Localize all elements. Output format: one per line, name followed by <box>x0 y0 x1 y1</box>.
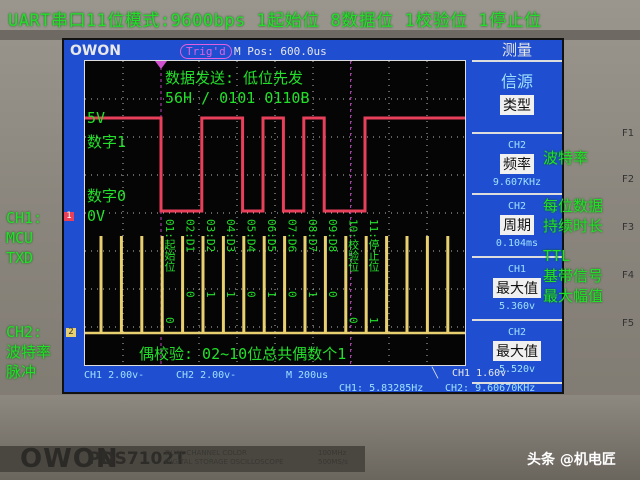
period-button[interactable]: 周期 <box>500 215 534 235</box>
data-value-annotation: 56H / 0101 0110B <box>165 89 310 107</box>
uart-title-annotation: UART串口11位模式:9600bps 1起始位 8数据位 1校验位 1停止位 <box>8 11 542 31</box>
level-5v-label: 5V <box>87 109 106 127</box>
ch1-frequency: CH1: 5.83285Hz <box>339 383 424 394</box>
data-send-annotation: 数据发送: 低位先发 <box>165 69 304 87</box>
ch2-max-value: 5.520v <box>498 364 536 375</box>
menu-item-ch2-max[interactable]: CH2 最大值 5.520v <box>472 321 562 384</box>
timebase: M 200us <box>286 370 329 381</box>
trigger-status-badge: Trig'd <box>180 44 232 59</box>
bit-label: 10:校验位 <box>346 219 360 272</box>
screen-brand: OWON <box>70 43 121 59</box>
ch1-desc-line: TXD <box>6 249 34 267</box>
bit-label: 04:D3 <box>224 219 238 253</box>
period-note: 每位数据 持续时长 <box>543 196 603 236</box>
bit-value: 1 <box>224 291 238 298</box>
ch2-desc-line: CH2: <box>6 323 43 341</box>
menu-title: 测量 <box>472 40 562 62</box>
max-note-line: TTL <box>543 247 571 265</box>
m-pos-readout: M Pos: 600.0us <box>234 45 327 58</box>
bit-value: 0 <box>326 291 340 298</box>
bit-label: 09:D8 <box>326 219 340 253</box>
bit-label: 06:D5 <box>265 219 278 253</box>
ch1-ground-marker[interactable]: 1 <box>64 212 74 221</box>
bit-label: 01:起始位 <box>163 219 176 272</box>
bit-value: 0 <box>183 291 197 298</box>
digit-1-label: 数字1 <box>87 133 127 151</box>
bit-value: 1 <box>305 291 319 298</box>
trigger-edge-icon: ╲ <box>432 368 439 379</box>
type-button[interactable]: 类型 <box>500 95 534 115</box>
bit-value: 1 <box>265 291 278 298</box>
bit-value: 0 <box>163 317 176 324</box>
watermark: 头条 @机电匠 <box>527 452 616 468</box>
spec-line: 500MS/s <box>318 458 348 466</box>
ch2-scale: CH2 2.00v- <box>176 370 237 381</box>
bit-value: 0 <box>346 317 360 324</box>
f5-key[interactable]: F5 <box>622 318 634 329</box>
level-0v-label: 0V <box>87 207 106 225</box>
parity-note: 偶校验: 02~10位总共偶数个1 <box>139 345 347 363</box>
bit-value: 1 <box>203 291 217 298</box>
menu-channel: CH2 <box>507 327 527 338</box>
max-note-line: 最大幅值 <box>543 287 604 305</box>
max-button[interactable]: 最大值 <box>493 278 541 298</box>
bit-label: 02:D1 <box>183 219 197 253</box>
spec-line: 100MHz <box>318 449 347 457</box>
waveform-grid: 数据发送: 低位先发 56H / 0101 0110B 5V 数字1 数字0 0… <box>84 60 466 366</box>
ch1-description: CH1: MCU TXD <box>6 208 42 268</box>
bit-label: 05:D4 <box>244 219 258 253</box>
ch1-desc-line: MCU <box>6 229 34 247</box>
bit-value: 0 <box>244 291 258 298</box>
max-button[interactable]: 最大值 <box>493 341 541 361</box>
ch1-desc-line: CH1: <box>6 209 43 227</box>
f3-key[interactable]: F3 <box>622 222 634 233</box>
bit-value: 1 <box>367 317 380 324</box>
f4-key[interactable]: F4 <box>622 270 634 281</box>
model-spec: 100MHz 500MS/s <box>318 449 348 467</box>
bit-value: 0 <box>285 291 299 298</box>
bit-label: 08:D7 <box>305 219 319 253</box>
f2-key[interactable]: F2 <box>622 174 634 185</box>
max-note: TTL 基带信号 最大幅值 <box>543 246 603 306</box>
digit-0-label: 数字0 <box>87 187 127 205</box>
f1-key[interactable]: F1 <box>622 128 634 139</box>
bit-label: 03:D2 <box>203 219 217 253</box>
bit-label: 07:D6 <box>285 219 299 253</box>
ch2-desc-line: 波特率 <box>6 343 52 361</box>
frequency-button[interactable]: 频率 <box>500 154 534 174</box>
ch1-trace <box>85 116 465 213</box>
ch2-ground-marker[interactable]: 2 <box>66 328 76 337</box>
description-line: DUAL CHANNEL COLOR <box>165 449 247 457</box>
baud-note: 波特率 <box>543 149 589 167</box>
model-description: DUAL CHANNEL COLOR DIGITAL STORAGE OSCIL… <box>165 449 284 467</box>
description-line: DIGITAL STORAGE OSCILLOSCOPE <box>165 458 284 466</box>
period-note-line: 每位数据 <box>543 197 604 215</box>
source-label: 信源 <box>500 72 533 91</box>
menu-source-type[interactable]: 信源 类型 <box>472 62 562 134</box>
frequency-value: 9.607KHz <box>492 177 542 188</box>
ch2-desc-line: 脉冲 <box>6 363 37 381</box>
ch2-description: CH2: 波特率 脉冲 <box>6 322 51 382</box>
max-note-line: 基带信号 <box>543 267 604 285</box>
period-note-line: 持续时长 <box>543 217 604 235</box>
oscilloscope-screen: OWON Trig'd M Pos: 600.0us 数据发送: 低位先发 56… <box>62 38 564 394</box>
bit-label: 11:停止位 <box>367 219 380 272</box>
ch1-scale: CH1 2.00v- <box>84 370 145 381</box>
